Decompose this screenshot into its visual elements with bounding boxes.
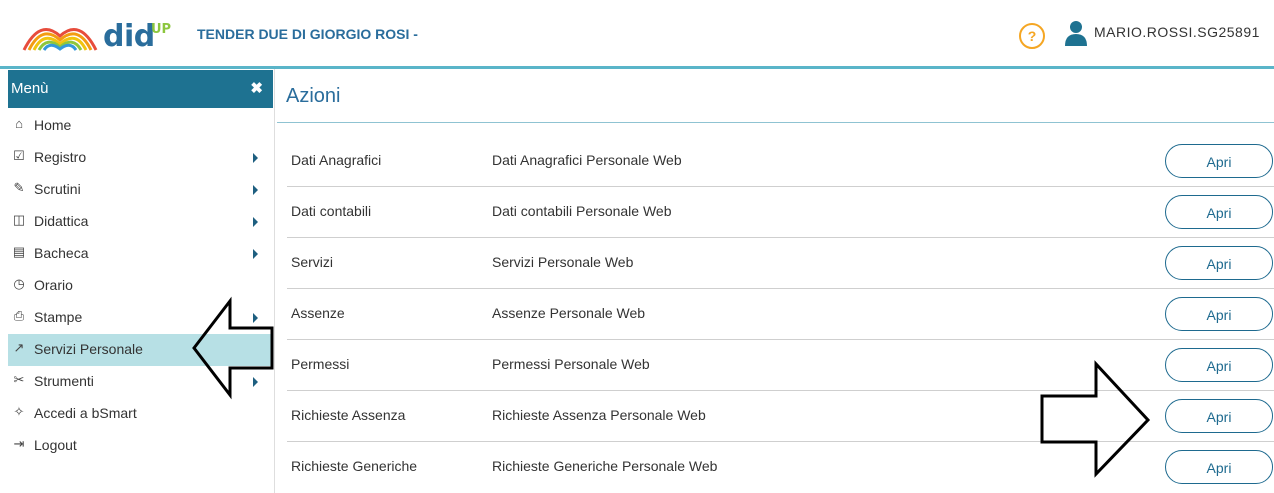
didup-logo-icon — [22, 28, 98, 51]
help-icon[interactable]: ? — [1019, 23, 1045, 49]
apri-button[interactable]: Apri — [1165, 144, 1273, 178]
sidebar-item-servizi-personale[interactable]: ↗ Servizi Personale — [8, 334, 273, 366]
sidebar-item-label: Home — [34, 117, 72, 133]
sidebar-item-registro[interactable]: ☑ Registro — [8, 142, 273, 174]
action-name: Richieste Assenza — [291, 407, 406, 423]
sidebar-item-label: Strumenti — [34, 373, 94, 389]
clock-icon: ◷ — [13, 276, 25, 291]
sidebar-item-didattica[interactable]: ◫ Didattica — [8, 206, 273, 238]
sidebar-item-label: Registro — [34, 149, 87, 165]
share-icon: ↗ — [13, 340, 25, 355]
table-row: Servizi Servizi Personale Web Apri — [277, 238, 1274, 289]
table-row: Assenze Assenze Personale Web Apri — [277, 289, 1274, 340]
apri-button[interactable]: Apri — [1165, 246, 1273, 280]
username[interactable]: MARIO.ROSSI.SG25891 — [1094, 24, 1260, 40]
document-edit-icon: ✎ — [13, 180, 25, 195]
chevron-right-icon — [253, 185, 258, 195]
chevron-right-icon — [253, 377, 258, 387]
sidebar-item-bsmart[interactable]: ✧ Accedi a bSmart — [8, 398, 273, 430]
table-row: Permessi Permessi Personale Web Apri — [277, 340, 1274, 391]
apri-button[interactable]: Apri — [1165, 348, 1273, 382]
menu-close-icon[interactable]: ✖ — [250, 79, 263, 97]
sidebar-item-label: Accedi a bSmart — [34, 405, 137, 421]
action-description: Permessi Personale Web — [492, 356, 650, 372]
sidebar-divider — [274, 69, 275, 493]
brand-superscript: UP — [151, 22, 172, 37]
action-name: Permessi — [291, 356, 350, 372]
book-icon: ◫ — [12, 212, 26, 227]
sidebar-item-logout[interactable]: ⇥ Logout — [8, 430, 273, 462]
action-name: Dati Anagrafici — [291, 152, 382, 168]
sidebar-item-orario[interactable]: ◷ Orario — [8, 270, 273, 302]
action-description: Servizi Personale Web — [492, 254, 634, 270]
sidebar-item-label: Didattica — [34, 213, 89, 229]
brand-name: did — [103, 19, 155, 54]
logout-icon: ⇥ — [13, 436, 25, 451]
action-name: Richieste Generiche — [291, 458, 418, 474]
table-row: Richieste Assenza Richieste Assenza Pers… — [277, 391, 1274, 442]
action-name: Servizi — [291, 254, 334, 270]
sidebar-item-label: Stampe — [34, 309, 83, 325]
school-name: TENDER DUE DI GIORGIO ROSI - — [197, 26, 418, 42]
sidebar-item-home[interactable]: ⌂ Home — [8, 110, 273, 142]
sidebar-item-label: Servizi Personale — [34, 341, 143, 357]
user-icon[interactable] — [1065, 20, 1087, 46]
action-name: Dati contabili — [291, 203, 372, 219]
apri-button[interactable]: Apri — [1165, 195, 1273, 229]
sidebar-item-label: Bacheca — [34, 245, 89, 261]
table-row: Dati contabili Dati contabili Personale … — [277, 187, 1274, 238]
table-row: Richieste Generiche Richieste Generiche … — [277, 442, 1274, 493]
home-icon: ⌂ — [15, 116, 23, 131]
chevron-right-icon — [253, 249, 258, 259]
apri-button[interactable]: Apri — [1165, 297, 1273, 331]
chevron-right-icon — [253, 153, 258, 163]
menu-title: Menù — [11, 80, 49, 97]
page-title: Azioni — [286, 85, 341, 107]
board-icon: ▤ — [12, 244, 26, 259]
action-description: Richieste Generiche Personale Web — [492, 458, 718, 474]
apri-button[interactable]: Apri — [1165, 399, 1273, 433]
action-description: Dati Anagrafici Personale Web — [492, 152, 682, 168]
table-row: Dati Anagrafici Dati Anagrafici Personal… — [277, 136, 1274, 187]
bsmart-icon: ✧ — [13, 404, 25, 419]
sidebar-item-label: Scrutini — [34, 181, 81, 197]
action-description: Assenze Personale Web — [492, 305, 646, 321]
tools-icon: ✂ — [13, 372, 25, 387]
sidebar-item-strumenti[interactable]: ✂ Strumenti — [8, 366, 273, 398]
sidebar-item-bacheca[interactable]: ▤ Bacheca — [8, 238, 273, 270]
action-description: Dati contabili Personale Web — [492, 203, 672, 219]
calendar-check-icon: ☑ — [13, 148, 25, 163]
sidebar-item-label: Logout — [34, 437, 77, 453]
apri-button[interactable]: Apri — [1165, 450, 1273, 484]
sidebar-item-scrutini[interactable]: ✎ Scrutini — [8, 174, 273, 206]
printer-icon: ⎙ — [13, 308, 25, 323]
chevron-right-icon — [253, 217, 258, 227]
action-name: Assenze — [291, 305, 345, 321]
title-divider — [277, 122, 1274, 123]
sidebar-item-stampe[interactable]: ⎙ Stampe — [8, 302, 273, 334]
sidebar-item-label: Orario — [34, 277, 73, 293]
app-header: did UP TENDER DUE DI GIORGIO ROSI - ? MA… — [0, 0, 1274, 68]
action-description: Richieste Assenza Personale Web — [492, 407, 706, 423]
menu-header: Menù ✖ — [8, 70, 273, 108]
chevron-right-icon — [253, 313, 258, 323]
